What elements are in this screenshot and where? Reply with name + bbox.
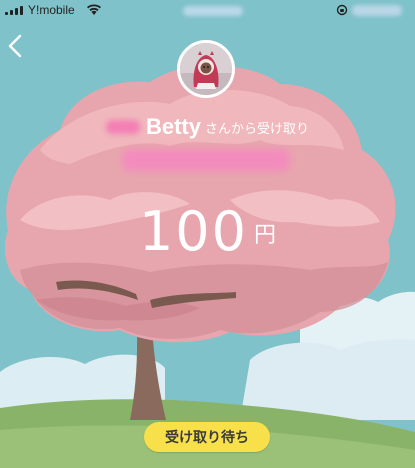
redacted-name-prefix — [105, 120, 140, 134]
time-redacted — [183, 6, 243, 16]
amount-value: 100 — [138, 200, 249, 263]
sender-name: Betty — [145, 114, 201, 139]
redacted-message — [122, 149, 290, 171]
wifi-icon — [87, 4, 101, 15]
sender-suffix: さんから受け取り — [205, 121, 310, 137]
orientation-lock-icon — [336, 4, 348, 16]
sender-line: Betty さんから受け取り — [0, 114, 415, 140]
status-bar: Y!mobile — [0, 0, 415, 22]
pending-receipt-button[interactable]: 受け取り待ち — [144, 422, 270, 452]
amount-display: 100 円 — [0, 200, 415, 263]
receive-money-screen: Y!mobile Betty さんから受け取り 100 円 受け取り待ち — [0, 0, 415, 468]
signal-strength-icon — [5, 6, 23, 15]
currency-unit: 円 — [254, 223, 277, 248]
back-button[interactable] — [4, 33, 26, 59]
sender-avatar — [177, 40, 235, 98]
avatar-photo — [180, 43, 232, 95]
carrier-label: Y!mobile — [28, 3, 75, 17]
battery-redacted — [352, 5, 402, 16]
